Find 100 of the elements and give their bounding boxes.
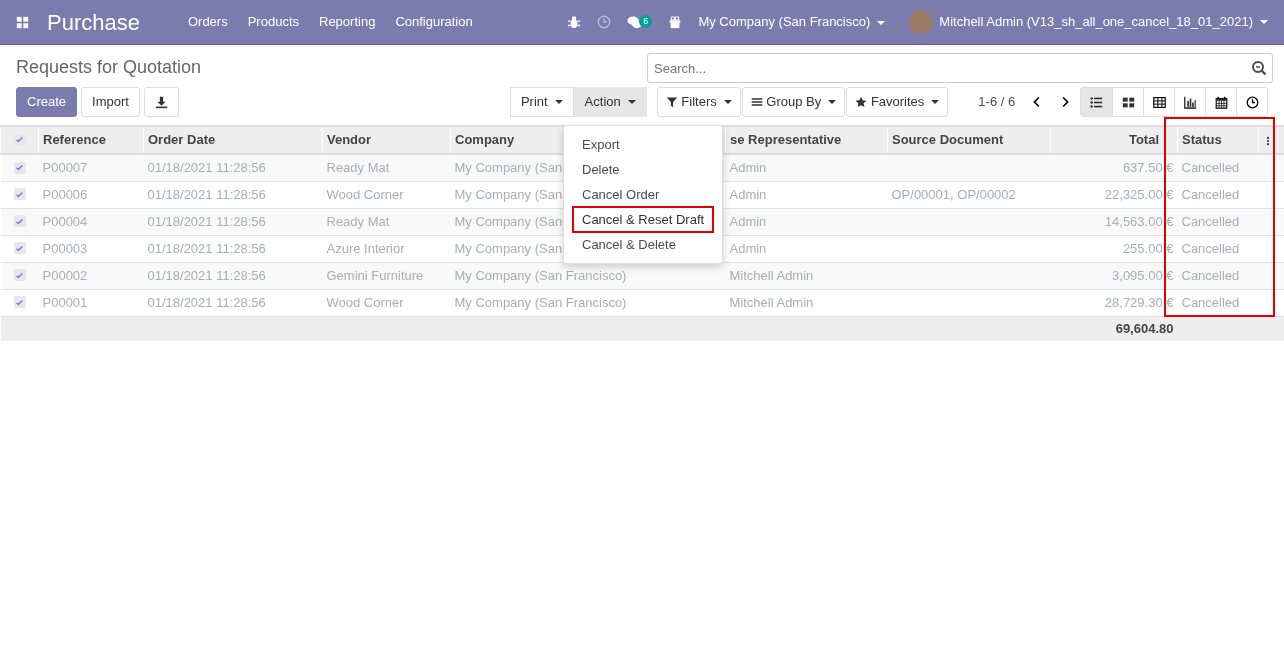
checkbox[interactable]: [13, 215, 26, 228]
activity-button[interactable]: [597, 15, 612, 29]
table-cell: Wood Corner: [326, 294, 404, 310]
app-title[interactable]: Purchase: [47, 5, 140, 39]
filter-dropdown-button[interactable]: Favorites: [846, 87, 949, 117]
list-icon: [1090, 95, 1103, 109]
dropdown-button[interactable]: Action: [573, 87, 647, 117]
table-cell: My Company (San: [454, 160, 563, 175]
menu-item[interactable]: Configuration: [395, 12, 473, 32]
clock-icon: [597, 15, 612, 29]
menu-item[interactable]: Reporting: [319, 12, 376, 32]
bars-icon: [750, 96, 763, 108]
table-cell: Gemini Furniture: [326, 267, 424, 283]
table-cell: 637.50 €: [1122, 160, 1174, 175]
table-cell: 01/18/2021 11:28:56: [147, 186, 266, 202]
calendar-icon: [1214, 95, 1228, 109]
menu-item[interactable]: Products: [247, 12, 299, 32]
menu-item[interactable]: Cancel Order: [564, 182, 722, 207]
column-header[interactable]: Source Document: [887, 126, 1051, 154]
table-cell: Cancelled: [1181, 294, 1240, 310]
table-cell: Admin: [729, 160, 767, 175]
filter-dropdown-button[interactable]: Group By: [741, 87, 846, 117]
apps-menu-button[interactable]: [16, 15, 29, 29]
kanban-icon: [1121, 95, 1135, 109]
column-header[interactable]: Status: [1177, 126, 1259, 154]
menu-item[interactable]: Delete: [564, 157, 722, 182]
pager-value: 1-6 / 6: [978, 93, 1016, 112]
table-cell: 01/18/2021 11:28:56: [147, 240, 266, 256]
table-cell: 3,095.00 €: [1112, 267, 1174, 283]
checkbox[interactable]: [13, 188, 26, 201]
table-cell: P00006: [42, 186, 88, 202]
total-sum: 69,604.80: [1115, 321, 1174, 336]
view-list-button[interactable]: [1081, 88, 1112, 116]
table-cell: Wood Corner: [326, 186, 404, 202]
table-cell: Azure Interior: [326, 240, 405, 256]
avatar-placeholder: [909, 10, 934, 34]
bar-chart-icon: [1183, 95, 1197, 109]
search-field[interactable]: Search...: [647, 53, 1273, 83]
checkbox[interactable]: [13, 242, 26, 255]
filter-icon: [665, 96, 678, 108]
user-menu[interactable]: Mitchell Admin (V13_sh_all_one_cancel_18_01_2021): [909, 10, 1268, 34]
table-cell: My Company (San: [454, 213, 563, 229]
table-cell: Mitchell Admin: [729, 267, 814, 283]
filter-dropdown-button[interactable]: Filters: [656, 87, 741, 117]
import-button[interactable]: Import: [81, 87, 140, 117]
table-cell: P00001: [42, 294, 88, 310]
chat-icon: [627, 14, 643, 30]
company-switcher[interactable]: My Company (San Francisco): [698, 12, 886, 32]
gift-icon: [668, 15, 683, 29]
checkbox[interactable]: [13, 296, 26, 309]
table-icon: [1152, 95, 1166, 109]
table-cell: Cancelled: [1181, 160, 1240, 175]
menu-item[interactable]: Export: [564, 132, 722, 157]
column-header[interactable]: Order Date: [143, 126, 323, 154]
table-cell: Cancelled: [1181, 267, 1240, 283]
table-cell: 01/18/2021 11:28:56: [147, 267, 266, 283]
column-header[interactable]: Total: [1050, 126, 1178, 154]
table-cell: My Company (San Francisco): [454, 294, 627, 310]
menu-item[interactable]: Cancel & Reset Draft: [573, 207, 713, 232]
checkbox[interactable]: [13, 133, 26, 146]
clock-icon: [1245, 95, 1259, 109]
menu-item[interactable]: Cancel & Delete: [564, 232, 722, 257]
table-cell: Cancelled: [1181, 186, 1240, 202]
table-cell: My Company (San: [454, 240, 563, 256]
grid-icon: [16, 15, 29, 29]
table-cell: Ready Mat: [326, 213, 390, 229]
table-cell: P00003: [42, 240, 88, 256]
download-icon: [154, 95, 168, 109]
table-cell: Cancelled: [1181, 213, 1240, 229]
table-cell: 14,563.00 €: [1104, 213, 1174, 229]
table-cell: P00002: [42, 267, 88, 283]
table-cell: Cancelled: [1181, 240, 1240, 256]
column-header[interactable]: se Representative: [725, 126, 888, 154]
star-icon: [855, 96, 868, 108]
bug-icon: [567, 15, 582, 29]
table-cell: 255.00 €: [1122, 240, 1174, 256]
debug-button[interactable]: [567, 15, 582, 29]
table-cell: P00004: [42, 213, 88, 229]
page-title: Requests for Quotation: [16, 57, 202, 79]
table-cell: 22,325.00 €: [1104, 186, 1174, 202]
dropdown-button[interactable]: Print: [509, 87, 574, 117]
table-cell: Ready Mat: [326, 160, 390, 175]
table-cell: 28,729.30 €: [1104, 294, 1174, 310]
checkbox[interactable]: [13, 161, 26, 174]
message-count-badge: 6: [639, 14, 653, 28]
download-button[interactable]: [143, 87, 179, 117]
column-header[interactable]: Reference: [38, 126, 144, 154]
menu-item[interactable]: Orders: [187, 12, 228, 32]
table-cell: Admin: [729, 186, 767, 202]
create-button[interactable]: Create: [16, 87, 78, 117]
table-cell: Admin: [729, 213, 767, 229]
table-cell: My Company (San Francisco): [454, 267, 627, 283]
view-activity-button[interactable]: [1236, 88, 1267, 116]
checkbox[interactable]: [13, 269, 26, 282]
table-cell: Mitchell Admin: [729, 294, 814, 310]
gift-button[interactable]: [668, 15, 683, 29]
table-cell: Admin: [729, 240, 767, 256]
table-cell: OP/00001, OP/00002: [891, 186, 1016, 202]
table-cell: My Company (San: [454, 186, 563, 202]
column-header[interactable]: Vendor: [322, 126, 451, 154]
